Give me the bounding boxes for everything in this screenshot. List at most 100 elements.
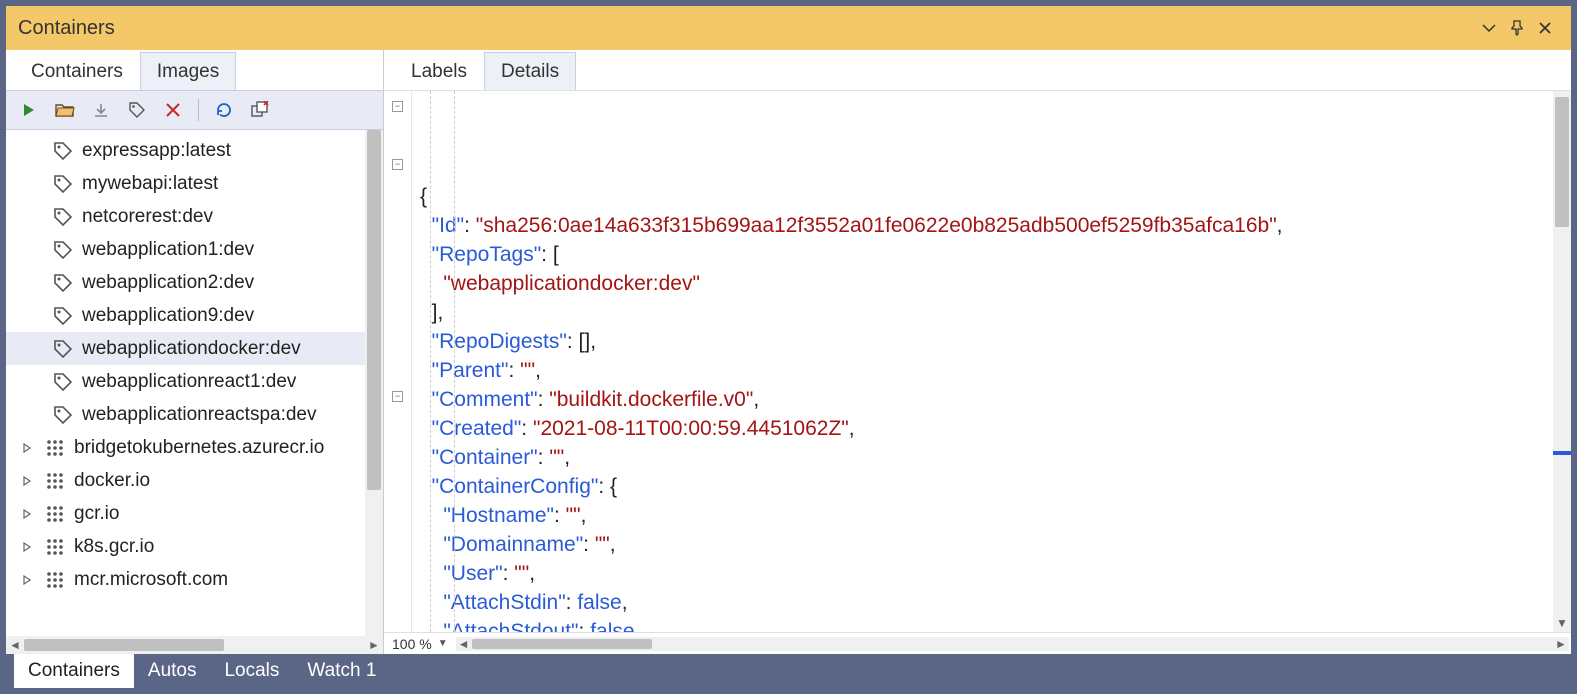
toolbar-separator: [198, 99, 199, 121]
zoom-dropdown[interactable]: 100 % ▼: [384, 636, 456, 652]
bottom-tab[interactable]: Containers: [14, 654, 134, 688]
tree-item[interactable]: mcr.microsoft.com: [6, 563, 365, 596]
gutter-line[interactable]: [384, 530, 411, 559]
tree-item[interactable]: webapplicationreactspa:dev: [6, 398, 365, 431]
expander-icon[interactable]: [18, 509, 36, 519]
tag-icon: [52, 404, 74, 426]
editor-vscrollbar[interactable]: ▼: [1553, 91, 1571, 632]
gutter-line[interactable]: [384, 240, 411, 269]
code-line: "AttachStdin": false,: [420, 588, 1553, 617]
gutter-line[interactable]: [384, 211, 411, 240]
fold-toggle-icon[interactable]: −: [392, 159, 403, 170]
gutter-line[interactable]: [384, 182, 411, 211]
prune-icon[interactable]: [247, 97, 273, 123]
tree-item[interactable]: gcr.io: [6, 497, 365, 530]
tree-item[interactable]: webapplication1:dev: [6, 233, 365, 266]
code-line: "Comment": "buildkit.dockerfile.v0",: [420, 385, 1553, 414]
code-line: "RepoDigests": [],: [420, 327, 1553, 356]
tree-item[interactable]: bridgetokubernetes.azurecr.io: [6, 431, 365, 464]
editor-gutter[interactable]: − − −: [384, 91, 412, 632]
tree-vscrollbar[interactable]: [365, 130, 383, 636]
tree-hscrollbar[interactable]: ◄ ►: [6, 636, 383, 654]
gutter-line[interactable]: [384, 298, 411, 327]
scrollbar-thumb[interactable]: [472, 639, 652, 649]
scroll-left-icon[interactable]: ◄: [456, 637, 472, 651]
tree-item[interactable]: webapplication2:dev: [6, 266, 365, 299]
tree-item[interactable]: netcorerest:dev: [6, 200, 365, 233]
scroll-down-icon[interactable]: ▼: [1553, 616, 1571, 630]
scroll-right-icon[interactable]: ►: [365, 638, 383, 652]
scroll-right-icon[interactable]: ►: [1553, 637, 1569, 651]
expander-icon[interactable]: [18, 476, 36, 486]
bottom-tab[interactable]: Autos: [134, 654, 211, 688]
fold-toggle-icon[interactable]: −: [392, 101, 403, 112]
scrollbar-thumb[interactable]: [24, 639, 224, 651]
gutter-line[interactable]: [384, 356, 411, 385]
tag-icon: [52, 140, 74, 162]
tag-icon: [52, 206, 74, 228]
code-line: "ContainerConfig": {: [420, 472, 1553, 501]
delete-icon[interactable]: [160, 97, 186, 123]
code-line: "Hostname": "",: [420, 501, 1553, 530]
tab-details[interactable]: Details: [484, 52, 576, 90]
tree-item[interactable]: webapplication9:dev: [6, 299, 365, 332]
close-icon[interactable]: [1531, 14, 1559, 42]
tab-labels[interactable]: Labels: [394, 52, 484, 90]
registry-icon: [44, 470, 66, 492]
tab-containers[interactable]: Containers: [14, 52, 140, 90]
registry-icon: [44, 503, 66, 525]
json-editor[interactable]: { "Id": "sha256:0ae14a633f315b699aa12f35…: [412, 91, 1553, 632]
gutter-line[interactable]: [384, 443, 411, 472]
gutter-line[interactable]: −: [384, 385, 411, 414]
scroll-left-icon[interactable]: ◄: [6, 638, 24, 652]
gutter-line[interactable]: [384, 124, 411, 153]
code-line: "RepoTags": [: [420, 240, 1553, 269]
images-tree[interactable]: expressapp:latest mywebapi:latestnetcorer…: [6, 130, 365, 636]
gutter-line[interactable]: −: [384, 95, 411, 124]
tree-item[interactable]: webapplicationreact1:dev: [6, 365, 365, 398]
tree-item-label: webapplicationreactspa:dev: [82, 404, 317, 426]
gutter-line[interactable]: [384, 327, 411, 356]
expander-icon[interactable]: [18, 542, 36, 552]
scrollbar-thumb[interactable]: [367, 130, 381, 490]
window-options-icon[interactable]: [1475, 14, 1503, 42]
tree-item-label: webapplication1:dev: [82, 239, 254, 261]
run-icon[interactable]: [16, 97, 42, 123]
tree-item-label: expressapp:latest: [82, 140, 231, 162]
gutter-line[interactable]: −: [384, 153, 411, 182]
fold-toggle-icon[interactable]: −: [392, 391, 403, 402]
editor-hscrollbar[interactable]: ◄ ►: [456, 637, 1569, 651]
right-panel: Labels Details − − − { "Id": "sha256:0ae14…: [384, 50, 1571, 654]
tag-icon: [52, 239, 74, 261]
download-icon[interactable]: [88, 97, 114, 123]
gutter-line[interactable]: [384, 588, 411, 617]
open-folder-icon[interactable]: [52, 97, 78, 123]
tree-item[interactable]: webapplicationdocker:dev: [6, 332, 365, 365]
tag-icon: [52, 305, 74, 327]
tag-icon[interactable]: [124, 97, 150, 123]
tree-item[interactable]: docker.io: [6, 464, 365, 497]
code-line: "Created": "2021-08-11T00:00:59.4451062Z…: [420, 414, 1553, 443]
tree-item-label: webapplicationdocker:dev: [82, 338, 301, 360]
bottom-tab[interactable]: Locals: [210, 654, 293, 688]
tree-item-label: docker.io: [74, 470, 150, 492]
chevron-down-icon: ▼: [438, 638, 448, 649]
bottom-tab[interactable]: Watch 1: [293, 654, 390, 688]
gutter-line[interactable]: [384, 269, 411, 298]
expander-icon[interactable]: [18, 575, 36, 585]
window-title: Containers: [18, 17, 115, 40]
refresh-icon[interactable]: [211, 97, 237, 123]
scrollbar-thumb[interactable]: [1555, 97, 1569, 227]
pin-icon[interactable]: [1503, 14, 1531, 42]
tree-item[interactable]: expressapp:latest: [6, 134, 365, 167]
tree-item[interactable]: mywebapi:latest: [6, 167, 365, 200]
tree-item[interactable]: k8s.gcr.io: [6, 530, 365, 563]
gutter-line[interactable]: [384, 559, 411, 588]
gutter-line[interactable]: [384, 472, 411, 501]
gutter-line[interactable]: [384, 501, 411, 530]
tag-icon: [52, 371, 74, 393]
expander-icon[interactable]: [18, 443, 36, 453]
tab-images[interactable]: Images: [140, 52, 236, 90]
scroll-marker: [1553, 451, 1571, 455]
gutter-line[interactable]: [384, 414, 411, 443]
